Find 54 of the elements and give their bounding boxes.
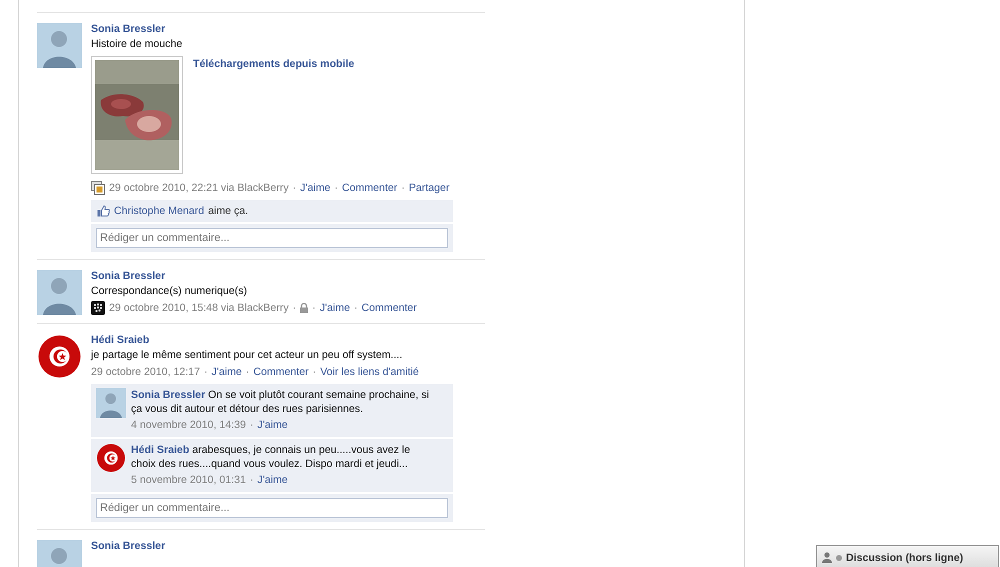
people-icon [822,552,832,563]
post-text: je partage le même sentiment pour cet acteur un peu off system.... [91,348,404,363]
comment-time: 4 novembre 2010, 14:39 [131,418,246,433]
avatar-icon[interactable] [37,23,82,68]
author-name[interactable]: Sonia Bressler [91,540,166,552]
separator-dot: · [250,418,254,433]
liker-name[interactable]: Christophe Menard [114,204,204,218]
post-time: 29 octobre 2010, 22:21 via BlackBerry [109,181,289,196]
action-link[interactable]: Commenter [362,300,417,316]
avatar-icon[interactable] [96,388,126,418]
action-link[interactable]: Commenter [342,180,398,196]
action-link[interactable]: J'aime [212,364,242,380]
album-link[interactable]: Téléchargements depuis mobile [193,58,354,72]
separator-dot: · [401,181,405,196]
separator-dot: · [292,301,296,316]
comment-field[interactable]: Rédiger un commentaire... [96,228,448,248]
likes-text: aime ça. [208,204,248,218]
action-link[interactable]: J'aime [257,417,288,433]
flag-icon[interactable] [96,443,126,473]
comment-text: Hédi Sraieb arabesques, je connais un peu.....vous avez le choix des rues....quand vous voulez. Dispo mardi et jeudi... [131,443,412,471]
chat-bar[interactable]: Discussion (hors ligne) [816,545,999,567]
post-time: 29 octobre 2010, 12:17 [91,365,200,380]
avatar-icon[interactable] [37,270,82,315]
separator-dot: · [354,301,358,316]
separator-dot: · [250,473,254,488]
comment-field[interactable]: Rédiger un commentaire... [96,498,448,518]
separator-dot: · [312,301,316,316]
author-name[interactable]: Sonia Bressler [91,270,166,282]
action-link[interactable]: Partager [408,180,450,196]
comment-time: 5 novembre 2010, 01:31 [131,473,246,488]
separator-dot: · [204,365,208,380]
separator-dot: · [292,181,296,196]
author-name[interactable]: Sonia Bressler [131,389,206,401]
photos-icon [91,181,105,195]
post-time: 29 octobre 2010, 15:48 via BlackBerry [109,301,289,316]
author-name[interactable]: Hédi Sraieb [131,444,190,456]
lock-icon[interactable] [300,303,308,313]
flag-icon[interactable] [37,334,82,379]
chat-label: Discussion (hors ligne) [846,552,964,564]
blackberry-icon [91,301,105,315]
author-name[interactable]: Hédi Sraieb [91,334,150,346]
thumbs-up-icon [97,205,110,217]
post-text: Histoire de mouche [91,37,184,52]
action-link[interactable]: Voir les liens d'amitié [320,364,419,380]
separator-dot: · [334,181,338,196]
post-text: Correspondance(s) numerique(s) [91,284,248,299]
comment-text: Sonia Bressler On se voit plutôt courant semaine prochaine, si ça vous dit autour et détour des rues parisiennes. [131,388,430,416]
action-link[interactable]: J'aime [300,180,330,196]
separator-dot: · [246,365,250,380]
separator-dot: · [312,365,316,380]
action-link[interactable]: J'aime [320,300,350,316]
action-link[interactable]: Commenter [253,364,309,380]
author-name[interactable]: Sonia Bressler [91,23,166,35]
action-link[interactable]: J'aime [257,472,288,488]
